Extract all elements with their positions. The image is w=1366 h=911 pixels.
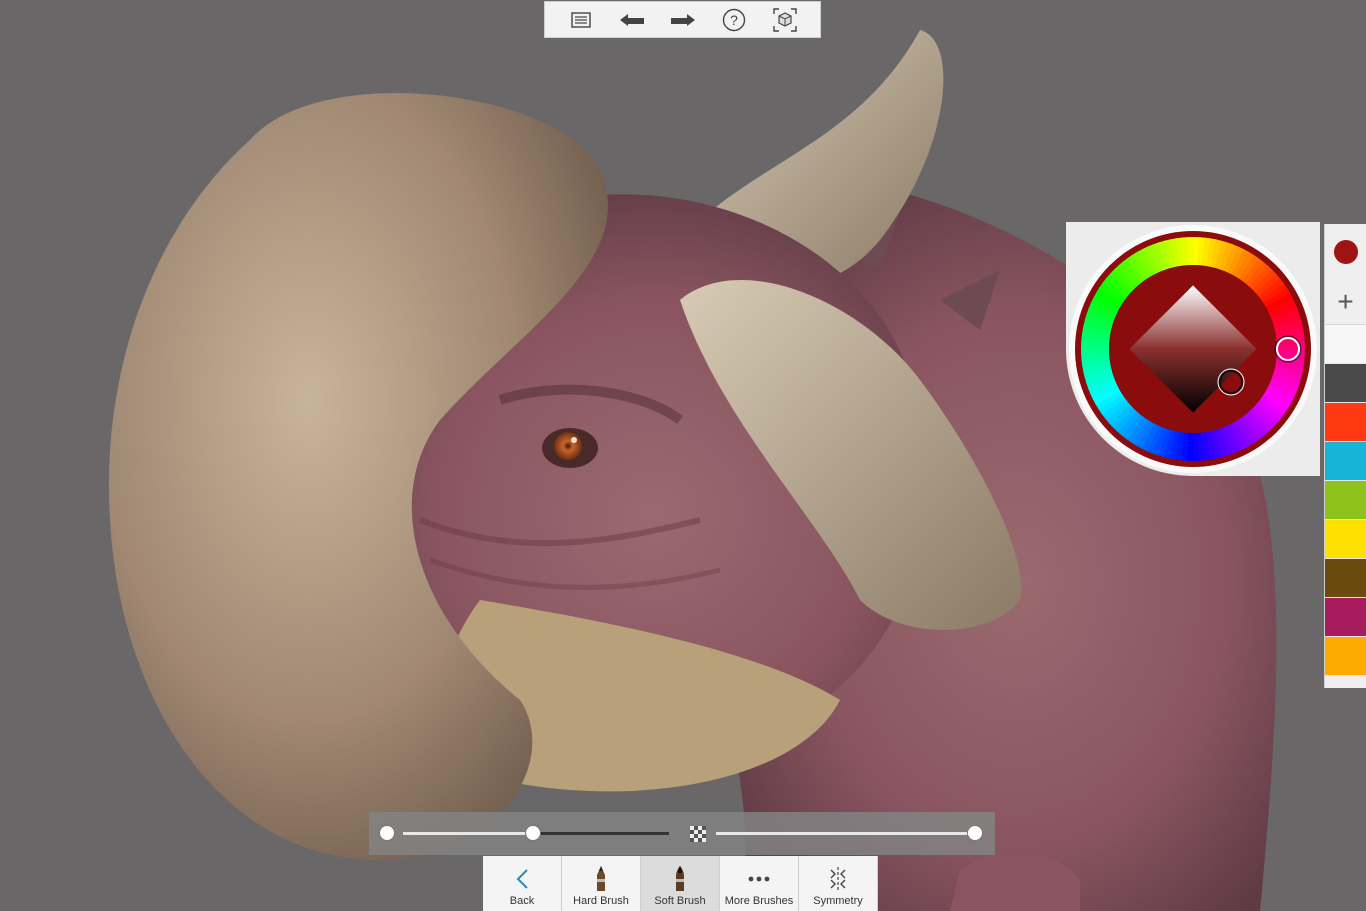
brush-toolbar: Back Hard Brush Soft Brush More Brushes … xyxy=(483,856,883,911)
brush-slider-bar xyxy=(369,812,995,855)
color-wheel[interactable] xyxy=(1066,222,1320,476)
color-swatch[interactable] xyxy=(1325,559,1366,598)
more-brushes-label: More Brushes xyxy=(724,895,794,907)
undo-icon[interactable] xyxy=(614,4,650,36)
color-swatch[interactable] xyxy=(1325,364,1366,403)
color-swatch[interactable] xyxy=(1325,637,1366,676)
color-swatch[interactable] xyxy=(1325,442,1366,481)
color-swatches: + xyxy=(1324,224,1366,688)
opacity-slider-knob[interactable] xyxy=(967,825,983,841)
color-swatch[interactable] xyxy=(1325,598,1366,637)
color-swatch[interactable] xyxy=(1325,325,1366,364)
help-icon[interactable]: ? xyxy=(716,4,752,36)
current-color[interactable] xyxy=(1325,224,1366,280)
view-cube-icon[interactable] xyxy=(767,4,803,36)
opacity-icon xyxy=(690,826,706,842)
hard-brush-icon xyxy=(594,863,608,895)
color-swatch[interactable] xyxy=(1325,520,1366,559)
size-slider-knob[interactable] xyxy=(525,825,542,841)
slider-start-knob[interactable] xyxy=(379,825,395,841)
top-toolbar: ? xyxy=(544,1,821,38)
soft-brush-label: Soft Brush xyxy=(654,895,706,907)
svg-text:?: ? xyxy=(730,12,738,28)
redo-icon[interactable] xyxy=(665,4,701,36)
symmetry-label: Symmetry xyxy=(813,895,863,907)
color-picker-panel xyxy=(1066,222,1320,476)
soft-brush-button[interactable]: Soft Brush xyxy=(641,856,720,911)
add-swatch-icon[interactable]: + xyxy=(1325,280,1366,325)
opacity-slider-track[interactable] xyxy=(716,832,974,835)
soft-brush-icon xyxy=(673,863,687,895)
color-swatch[interactable] xyxy=(1325,403,1366,442)
chevron-left-icon xyxy=(515,863,529,895)
more-icon xyxy=(747,863,771,895)
list-icon[interactable] xyxy=(563,4,599,36)
hard-brush-button[interactable]: Hard Brush xyxy=(562,856,641,911)
color-swatch[interactable] xyxy=(1325,481,1366,520)
hard-brush-label: Hard Brush xyxy=(573,895,629,907)
symmetry-button[interactable]: Symmetry xyxy=(799,856,878,911)
symmetry-icon xyxy=(828,863,848,895)
back-label: Back xyxy=(509,895,535,907)
more-brushes-button[interactable]: More Brushes xyxy=(720,856,799,911)
back-button[interactable]: Back xyxy=(483,856,562,911)
